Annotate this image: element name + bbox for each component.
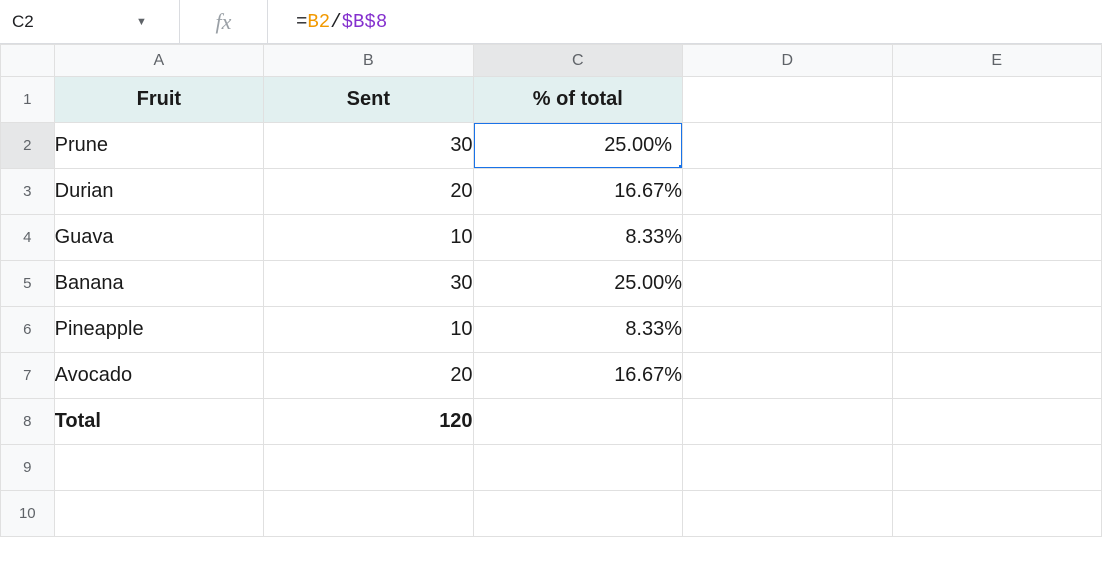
cell-d9[interactable] xyxy=(683,445,892,491)
cell-a8[interactable]: Total xyxy=(54,399,263,445)
formula-input[interactable]: =B2/$B$8 xyxy=(268,0,1102,43)
row-1: 1 Fruit Sent % of total xyxy=(1,77,1102,123)
cell-e2[interactable] xyxy=(892,123,1102,169)
cell-d1[interactable] xyxy=(683,77,892,123)
cell-e1[interactable] xyxy=(892,77,1102,123)
name-box-dropdown-icon[interactable]: ▼ xyxy=(130,10,153,34)
cell-e6[interactable] xyxy=(892,307,1102,353)
cell-a1[interactable]: Fruit xyxy=(54,77,263,123)
formula-ref-b8: $B$8 xyxy=(342,11,388,33)
row-9: 9 xyxy=(1,445,1102,491)
col-header-c[interactable]: C xyxy=(473,45,682,77)
row-8: 8 Total 120 xyxy=(1,399,1102,445)
formula-ref-b2: B2 xyxy=(307,11,330,33)
row-header-3[interactable]: 3 xyxy=(1,169,55,215)
spreadsheet-grid[interactable]: A B C D E 1 Fruit Sent % of total 2 Prun… xyxy=(0,44,1102,537)
row-2: 2 Prune 30 25.00% xyxy=(1,123,1102,169)
row-header-6[interactable]: 6 xyxy=(1,307,55,353)
cell-c9[interactable] xyxy=(473,445,682,491)
cell-c10[interactable] xyxy=(473,491,682,537)
row-header-2[interactable]: 2 xyxy=(1,123,55,169)
cell-c2-value: 25.00% xyxy=(604,134,672,157)
cell-b10[interactable] xyxy=(264,491,473,537)
cell-c2[interactable]: 25.00% xyxy=(473,123,682,169)
fill-handle[interactable] xyxy=(679,165,683,169)
row-header-8[interactable]: 8 xyxy=(1,399,55,445)
cell-e4[interactable] xyxy=(892,215,1102,261)
cell-e10[interactable] xyxy=(892,491,1102,537)
cell-a4[interactable]: Guava xyxy=(54,215,263,261)
cell-d2[interactable] xyxy=(683,123,892,169)
row-header-9[interactable]: 9 xyxy=(1,445,55,491)
cell-a3[interactable]: Durian xyxy=(54,169,263,215)
cell-a5[interactable]: Banana xyxy=(54,261,263,307)
col-header-a[interactable]: A xyxy=(54,45,263,77)
cell-d8[interactable] xyxy=(683,399,892,445)
formula-bar: ▼ fx =B2/$B$8 xyxy=(0,0,1102,44)
cell-b4[interactable]: 10 xyxy=(264,215,473,261)
cell-b9[interactable] xyxy=(264,445,473,491)
row-3: 3 Durian 20 16.67% xyxy=(1,169,1102,215)
cell-c3[interactable]: 16.67% xyxy=(473,169,682,215)
cell-e3[interactable] xyxy=(892,169,1102,215)
fx-icon[interactable]: fx xyxy=(180,0,268,43)
col-header-d[interactable]: D xyxy=(683,45,892,77)
cell-b8[interactable]: 120 xyxy=(264,399,473,445)
cell-c8[interactable] xyxy=(473,399,682,445)
cell-a2[interactable]: Prune xyxy=(54,123,263,169)
formula-eq: = xyxy=(296,11,307,33)
cell-a7[interactable]: Avocado xyxy=(54,353,263,399)
row-header-1[interactable]: 1 xyxy=(1,77,55,123)
col-header-b[interactable]: B xyxy=(264,45,473,77)
row-header-4[interactable]: 4 xyxy=(1,215,55,261)
cell-c7[interactable]: 16.67% xyxy=(473,353,682,399)
row-header-7[interactable]: 7 xyxy=(1,353,55,399)
cell-b6[interactable]: 10 xyxy=(264,307,473,353)
name-box-wrap: ▼ xyxy=(0,0,180,43)
row-6: 6 Pineapple 10 8.33% xyxy=(1,307,1102,353)
cell-c6[interactable]: 8.33% xyxy=(473,307,682,353)
formula-op: / xyxy=(330,11,341,33)
cell-c4[interactable]: 8.33% xyxy=(473,215,682,261)
cell-d3[interactable] xyxy=(683,169,892,215)
cell-e7[interactable] xyxy=(892,353,1102,399)
row-header-10[interactable]: 10 xyxy=(1,491,55,537)
cell-e9[interactable] xyxy=(892,445,1102,491)
col-header-e[interactable]: E xyxy=(892,45,1102,77)
row-10: 10 xyxy=(1,491,1102,537)
name-box-input[interactable] xyxy=(10,11,130,33)
cell-e5[interactable] xyxy=(892,261,1102,307)
row-7: 7 Avocado 20 16.67% xyxy=(1,353,1102,399)
cell-a9[interactable] xyxy=(54,445,263,491)
cell-b5[interactable]: 30 xyxy=(264,261,473,307)
cell-d4[interactable] xyxy=(683,215,892,261)
cell-d5[interactable] xyxy=(683,261,892,307)
row-5: 5 Banana 30 25.00% xyxy=(1,261,1102,307)
cell-b7[interactable]: 20 xyxy=(264,353,473,399)
cell-a6[interactable]: Pineapple xyxy=(54,307,263,353)
cell-c1[interactable]: % of total xyxy=(473,77,682,123)
cell-e8[interactable] xyxy=(892,399,1102,445)
cell-b1[interactable]: Sent xyxy=(264,77,473,123)
row-4: 4 Guava 10 8.33% xyxy=(1,215,1102,261)
cell-b2[interactable]: 30 xyxy=(264,123,473,169)
cell-d10[interactable] xyxy=(683,491,892,537)
row-header-5[interactable]: 5 xyxy=(1,261,55,307)
cell-d6[interactable] xyxy=(683,307,892,353)
cell-d7[interactable] xyxy=(683,353,892,399)
select-all-corner[interactable] xyxy=(1,45,55,77)
cell-c5[interactable]: 25.00% xyxy=(473,261,682,307)
column-header-row: A B C D E xyxy=(1,45,1102,77)
cell-a10[interactable] xyxy=(54,491,263,537)
cell-b3[interactable]: 20 xyxy=(264,169,473,215)
